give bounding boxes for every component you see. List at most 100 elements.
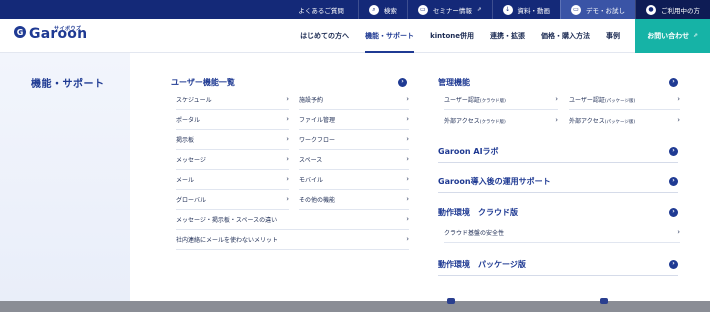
link-note: (パッケージ版) [604, 99, 636, 104]
background-illustration [600, 298, 608, 304]
link-label: メッセージ・掲示板・スペースの違い [176, 217, 278, 224]
link-cloud-security[interactable]: クラウド基盤の安全性 › [444, 223, 680, 243]
link-bulletin[interactable]: 掲示板 › [176, 130, 289, 150]
link-label: グローバル [176, 197, 206, 204]
chevron-right-icon: › [677, 115, 680, 124]
link-no-email-merit[interactable]: 社内連絡にメールを使わないメリット › [176, 230, 409, 250]
section-env-cloud-label: 動作環境 クラウド版 [438, 207, 518, 217]
contact-label: お問い合わせ [647, 32, 690, 40]
nav-integration[interactable]: 連携・拡張 [482, 19, 533, 53]
link-label: 社内連絡にメールを使わないメリット [176, 237, 279, 244]
logo-mark-icon: G [14, 26, 26, 38]
link-label: メール [176, 177, 195, 184]
section-ai-lab[interactable]: Garoon AIラボ › [438, 140, 678, 163]
nav-pricing[interactable]: 価格・購入方法 [533, 19, 598, 53]
mega-menu-title: 機能・サポート [31, 79, 105, 90]
arrow-right-icon: › [398, 77, 407, 87]
link-label: スペース [299, 157, 323, 164]
link-label: モバイル [299, 177, 324, 184]
chevron-right-icon: › [406, 235, 409, 243]
chevron-right-icon: › [406, 155, 409, 163]
link-label: ポータル [176, 117, 201, 124]
chevron-right-icon: › [286, 135, 289, 143]
nav-features-support[interactable]: 機能・サポート [357, 19, 422, 53]
faq-label: よくあるご質問 [298, 6, 344, 15]
link-label: メッセージ [176, 157, 206, 164]
link-note: (クラウド版) [479, 119, 506, 125]
seminar-link[interactable]: ▭ セミナー情報 ⇗ [406, 0, 492, 19]
link-mobile[interactable]: モバイル › [299, 170, 409, 190]
chevron-right-icon: › [406, 135, 409, 143]
nav-cases[interactable]: 事例 [598, 19, 628, 53]
search-icon: ⌕ [368, 4, 379, 15]
arrow-right-icon: › [669, 176, 678, 186]
monitor-icon: ▭ [571, 4, 581, 15]
link-label: ユーザー認証 [569, 97, 605, 104]
current-user-link[interactable]: ● ご利用中の方 [635, 0, 710, 19]
search-label: 検索 [383, 6, 397, 15]
nav-kintone[interactable]: kintone併用 [422, 19, 482, 53]
mega-menu-sidebar: 機能・サポート [0, 53, 130, 301]
docs-link[interactable]: ↓ 資料・動画 [491, 0, 561, 19]
mega-menu: 機能・サポート ユーザー機能一覧 › スケジュール › ポータル › 掲示板 › メッ… [0, 53, 710, 301]
link-external-access-cloud[interactable]: 外部アクセス(クラウド版) › [444, 110, 558, 130]
link-portal[interactable]: ポータル › [176, 110, 289, 130]
link-label: その他の機能 [299, 197, 336, 204]
arrow-right-icon: › [669, 146, 678, 156]
link-message-bulletin-space-diff[interactable]: メッセージ・掲示板・スペースの違い › [176, 210, 409, 230]
link-label: スケジュール [176, 97, 212, 104]
link-schedule[interactable]: スケジュール › [176, 90, 289, 110]
chevron-right-icon: › [286, 95, 289, 103]
section-admin-label: 管理機能 [438, 77, 470, 87]
chevron-right-icon: › [555, 115, 558, 124]
seminar-label: セミナー情報 [432, 6, 472, 15]
docs-label: 資料・動画 [517, 6, 551, 15]
chevron-right-icon: › [555, 95, 558, 103]
link-label: ユーザー認証 [444, 97, 480, 104]
link-user-auth-package[interactable]: ユーザー認証(パッケージ版) › [569, 90, 680, 110]
search-link[interactable]: ⌕ 検索 [357, 0, 407, 19]
link-other-features[interactable]: その他の機能 › [299, 190, 409, 210]
demo-link[interactable]: ▭ デモ・お試し [560, 0, 635, 19]
monitor-icon: ▭ [417, 4, 428, 15]
main-header: G Garoon サイボウズ はじめての方へ 機能・サポート kintone併用… [0, 19, 710, 53]
link-message[interactable]: メッセージ › [176, 150, 289, 170]
arrow-right-icon: › [669, 77, 678, 87]
link-global[interactable]: グローバル › [176, 190, 289, 210]
section-support-label: Garoon導入後の運用サポート [438, 176, 551, 186]
link-workflow[interactable]: ワークフロー › [299, 130, 409, 150]
faq-link[interactable]: よくあるご質問 [290, 0, 352, 19]
link-label: ワークフロー [299, 137, 336, 144]
link-label: 外部アクセス [569, 117, 605, 125]
link-user-auth-cloud[interactable]: ユーザー認証(クラウド版) › [444, 90, 558, 110]
link-file-management[interactable]: ファイル管理 › [299, 110, 409, 130]
section-ai-lab-label: Garoon AIラボ [438, 146, 499, 156]
nav-beginners[interactable]: はじめての方へ [292, 19, 357, 53]
logo-kana: サイボウズ [54, 26, 82, 32]
chevron-right-icon: › [286, 195, 289, 203]
link-mail[interactable]: メール › [176, 170, 289, 190]
chevron-right-icon: › [286, 155, 289, 163]
garoon-logo[interactable]: G Garoon サイボウズ [14, 26, 87, 41]
demo-label: デモ・お試し [586, 6, 625, 15]
section-support[interactable]: Garoon導入後の運用サポート › [438, 170, 678, 193]
link-note: (クラウド版) [479, 99, 506, 104]
section-env-package[interactable]: 動作環境 パッケージ版 › [438, 253, 678, 276]
link-facility[interactable]: 施設予約 › [299, 90, 409, 110]
link-label: ファイル管理 [299, 117, 336, 124]
top-utility-bar: よくあるご質問 ⌕ 検索 ▭ セミナー情報 ⇗ ↓ 資料・動画 ▭ デモ・お試し… [0, 0, 710, 19]
chevron-right-icon: › [406, 175, 409, 183]
link-space[interactable]: スペース › [299, 150, 409, 170]
section-env-cloud[interactable]: 動作環境 クラウド版 › [438, 201, 678, 223]
chevron-right-icon: › [286, 115, 289, 123]
background-illustration [447, 298, 455, 304]
download-icon: ↓ [502, 4, 513, 15]
contact-button[interactable]: お問い合わせ ⇗ [635, 19, 710, 53]
section-user-features[interactable]: ユーザー機能一覧 › [171, 72, 407, 92]
chevron-right-icon: › [677, 95, 680, 103]
chevron-right-icon: › [406, 115, 409, 123]
chevron-right-icon: › [406, 95, 409, 103]
link-label: 掲示板 [176, 137, 195, 144]
section-admin[interactable]: 管理機能 › [438, 72, 678, 92]
link-external-access-package[interactable]: 外部アクセス(パッケージ版) › [569, 110, 680, 130]
